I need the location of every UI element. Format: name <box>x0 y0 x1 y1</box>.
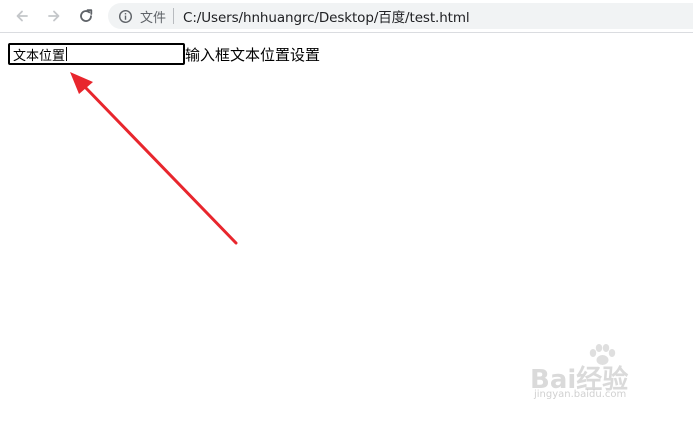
info-icon[interactable] <box>117 8 133 24</box>
page-content: 文本位置 输入框文本位置设置 <box>8 43 320 65</box>
address-bar[interactable]: 文件 C:/Users/hnhuangrc/Desktop/百度/test.ht… <box>108 3 693 29</box>
arrow-left-icon <box>16 10 28 22</box>
input-value: 文本位置 <box>13 48 66 64</box>
back-button[interactable] <box>9 4 35 28</box>
arrow-right-icon <box>48 10 60 22</box>
text-input[interactable]: 文本位置 <box>8 43 185 65</box>
reload-icon <box>80 9 93 22</box>
url-text[interactable]: C:/Users/hnhuangrc/Desktop/百度/test.html <box>183 6 470 26</box>
reload-button[interactable] <box>73 4 99 28</box>
browser-toolbar: 文件 C:/Users/hnhuangrc/Desktop/百度/test.ht… <box>0 0 693 33</box>
text-caret <box>66 47 68 61</box>
security-label: 文件 <box>140 10 167 26</box>
watermark-site: jingyan.baidu.com <box>534 389 627 400</box>
forward-button[interactable] <box>41 4 67 28</box>
watermark: Bai经验 jingyan.baidu.com <box>530 343 670 403</box>
page: 文件 C:/Users/hnhuangrc/Desktop/百度/test.ht… <box>0 0 693 421</box>
input-label: 输入框文本位置设置 <box>185 45 321 64</box>
divider <box>173 8 175 24</box>
